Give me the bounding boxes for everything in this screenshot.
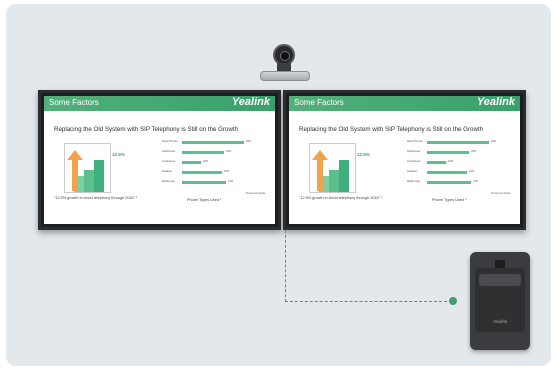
phone-type-value: 43% bbox=[469, 170, 475, 173]
growth-chart: 12.5% bbox=[309, 143, 370, 193]
phone-types-chart: Desk Phones 66% Softphones 45% Conference 20%… bbox=[162, 140, 272, 195]
phone-type-row: Desk Phones 66% bbox=[162, 140, 272, 146]
phone-type-bar bbox=[182, 151, 224, 154]
phone-type-bar bbox=[182, 141, 244, 144]
growth-arrow-shaft bbox=[317, 159, 323, 191]
phone-type-bar bbox=[182, 181, 226, 184]
phone-type-value: 66% bbox=[491, 140, 497, 143]
phone-axis-label: Percent of sample bbox=[491, 192, 511, 195]
phone-type-value: 20% bbox=[203, 160, 209, 163]
connection-line-vertical bbox=[285, 230, 286, 302]
phone-type-label: Conference bbox=[162, 160, 176, 163]
slide-section-title: Some Factors bbox=[294, 98, 344, 107]
hub-device-icon: Yealink bbox=[470, 252, 530, 350]
slide-title: Replacing the Old System with SIP Teleph… bbox=[299, 126, 484, 133]
hub-front-panel: Yealink bbox=[475, 268, 525, 332]
slide-section-title: Some Factors bbox=[49, 98, 99, 107]
phone-type-bar bbox=[427, 171, 467, 174]
brand-logo: Yealink bbox=[231, 96, 270, 108]
phone-type-row: Conference 20% bbox=[407, 160, 517, 166]
phone-type-value: 45% bbox=[226, 150, 232, 153]
camera-icon bbox=[260, 44, 310, 88]
phone-type-label: Softphones bbox=[407, 150, 421, 153]
phone-type-row: Mobile App 47% bbox=[407, 180, 517, 186]
growth-value: 12.5% bbox=[357, 152, 370, 157]
camera-base bbox=[260, 71, 310, 81]
growth-arrow-icon bbox=[312, 150, 328, 160]
phone-type-label: Mobile App bbox=[162, 180, 175, 183]
display-left: Some Factors Yealink Replacing the Old S… bbox=[38, 90, 281, 230]
slide-right: Some Factors Yealink Replacing the Old S… bbox=[289, 96, 520, 224]
slide-title: Replacing the Old System with SIP Teleph… bbox=[54, 126, 239, 133]
phone-types-chart: Desk Phones 66% Softphones 45% Conference 20%… bbox=[407, 140, 517, 195]
phone-caption: Phone Types Used ² bbox=[432, 198, 467, 202]
slide-left: Some Factors Yealink Replacing the Old S… bbox=[44, 96, 275, 224]
growth-caption: "12.5% growth in cloud telephony through… bbox=[299, 196, 383, 200]
phone-type-row: Headset 43% bbox=[162, 170, 272, 176]
phone-type-bar bbox=[182, 161, 201, 164]
phone-type-label: Headset bbox=[407, 170, 417, 173]
hub-sensor bbox=[495, 260, 505, 268]
phone-type-value: 66% bbox=[246, 140, 252, 143]
growth-caption: "12.5% growth in cloud telephony through… bbox=[54, 196, 138, 200]
phone-type-bar bbox=[427, 151, 469, 154]
phone-axis-label: Percent of sample bbox=[246, 192, 266, 195]
growth-bar-2 bbox=[329, 170, 339, 192]
scene: Some Factors Yealink Replacing the Old S… bbox=[0, 0, 557, 370]
display-right: Some Factors Yealink Replacing the Old S… bbox=[283, 90, 526, 230]
hub-brand: Yealink bbox=[492, 319, 508, 324]
phone-type-row: Desk Phones 66% bbox=[407, 140, 517, 146]
phone-type-bar bbox=[427, 181, 471, 184]
phone-type-row: Softphones 45% bbox=[407, 150, 517, 156]
phone-type-row: Headset 43% bbox=[407, 170, 517, 176]
phone-type-value: 47% bbox=[473, 180, 479, 183]
slide-header: Some Factors Yealink bbox=[44, 96, 275, 111]
growth-bar-2 bbox=[84, 170, 94, 192]
phone-type-row: Softphones 45% bbox=[162, 150, 272, 156]
phone-type-value: 43% bbox=[224, 170, 230, 173]
phone-type-value: 20% bbox=[448, 160, 454, 163]
phone-type-bar bbox=[427, 141, 489, 144]
phone-type-label: Headset bbox=[162, 170, 172, 173]
growth-value: 12.5% bbox=[112, 152, 125, 157]
connection-endpoint-dot bbox=[449, 297, 457, 305]
growth-arrow-icon bbox=[67, 150, 83, 160]
phone-caption: Phone Types Used ² bbox=[187, 198, 222, 202]
phone-type-value: 45% bbox=[471, 150, 477, 153]
phone-type-label: Desk Phones bbox=[407, 140, 423, 143]
connection-line-horizontal bbox=[285, 301, 452, 302]
phone-type-bar bbox=[182, 171, 222, 174]
slide-header: Some Factors Yealink bbox=[289, 96, 520, 111]
growth-chart: 12.5% bbox=[64, 143, 125, 193]
growth-bar-3 bbox=[94, 160, 104, 192]
phone-type-bar bbox=[427, 161, 446, 164]
phone-type-value: 47% bbox=[228, 180, 234, 183]
phone-type-row: Mobile App 47% bbox=[162, 180, 272, 186]
hub-grille bbox=[479, 274, 521, 286]
phone-type-row: Conference 20% bbox=[162, 160, 272, 166]
camera-lens bbox=[280, 51, 290, 61]
phone-type-label: Mobile App bbox=[407, 180, 420, 183]
brand-logo: Yealink bbox=[476, 96, 515, 108]
growth-bar-3 bbox=[339, 160, 349, 192]
phone-type-label: Softphones bbox=[162, 150, 176, 153]
phone-type-label: Conference bbox=[407, 160, 421, 163]
phone-type-label: Desk Phones bbox=[162, 140, 178, 143]
growth-arrow-shaft bbox=[72, 159, 78, 191]
